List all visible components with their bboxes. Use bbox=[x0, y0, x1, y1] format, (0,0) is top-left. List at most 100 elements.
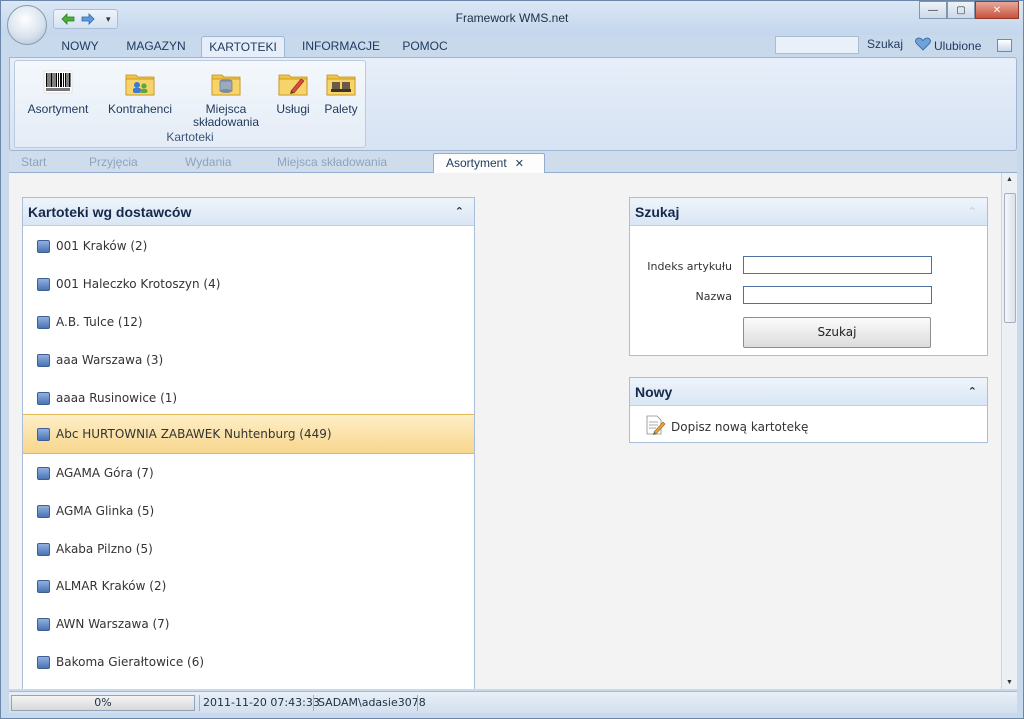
list-item[interactable]: AGMA Glinka (5) bbox=[23, 492, 474, 530]
document-tabs: Start Przyjęcia Wydania Miejsca składowa… bbox=[9, 151, 1017, 173]
list-item[interactable]: AGAMA Góra (7) bbox=[23, 454, 474, 492]
new-panel-title: Nowy bbox=[635, 384, 673, 400]
list-item-label: Abc HURTOWNIA ZABAWEK Nuhtenburg (449) bbox=[56, 427, 332, 441]
doc-tab-asortyment[interactable]: Asortyment ✕ bbox=[433, 153, 545, 173]
heart-icon bbox=[915, 37, 931, 54]
palety-button-label: Palety bbox=[324, 102, 358, 116]
list-item-label: Akaba Pilzno (5) bbox=[56, 542, 153, 556]
palety-button[interactable]: Palety bbox=[317, 67, 365, 116]
minimize-button[interactable]: — bbox=[919, 1, 947, 19]
ribbon-tab-informacje[interactable]: INFORMACJE bbox=[299, 36, 383, 57]
contacts-folder-icon bbox=[124, 67, 156, 99]
window-title: Framework WMS.net bbox=[455, 11, 569, 25]
list-item[interactable]: aaaa Rusinowice (1) bbox=[23, 379, 474, 417]
progress-label: 0% bbox=[94, 696, 112, 709]
maximize-button[interactable]: ▢ bbox=[947, 1, 975, 19]
progress-bar: 0% bbox=[11, 695, 195, 711]
status-separator bbox=[417, 695, 418, 711]
scroll-down-icon[interactable]: ▼ bbox=[1006, 679, 1013, 686]
index-input[interactable] bbox=[743, 256, 932, 274]
asortyment-button[interactable]: Asortyment bbox=[21, 67, 95, 116]
collapse-search-icon[interactable]: ⌃ bbox=[968, 198, 977, 226]
item-square-icon bbox=[37, 277, 50, 291]
kontrahenci-button[interactable]: Kontrahenci bbox=[101, 67, 179, 116]
list-item-label: AWN Warszawa (7) bbox=[56, 617, 170, 631]
list-item[interactable]: ALMAR Kraków (2) bbox=[23, 567, 474, 605]
miejsca-skladowania-button[interactable]: Miejsca składowania bbox=[189, 67, 263, 129]
ribbon-search-input[interactable] bbox=[775, 36, 859, 54]
miejsca-button-label-line2: składowania bbox=[192, 115, 260, 129]
minimize-icon: — bbox=[928, 4, 938, 16]
search-button[interactable]: Szukaj bbox=[743, 317, 931, 348]
scrollbar-thumb[interactable] bbox=[1004, 193, 1016, 323]
application-orb-button[interactable] bbox=[7, 5, 47, 45]
status-separator bbox=[199, 695, 200, 711]
status-separator bbox=[313, 695, 314, 711]
title-bar: ▾ Framework WMS.net — ▢ ✕ bbox=[1, 1, 1023, 35]
new-panel: Nowy ⌃ Dopisz nową kartotekę bbox=[629, 377, 988, 443]
list-item[interactable]: 001 Kraków (2) bbox=[23, 227, 474, 265]
list-item[interactable]: aaa Warszawa (3) bbox=[23, 341, 474, 379]
edit-document-icon bbox=[644, 414, 666, 439]
status-user: SADAM\adasie3078 bbox=[318, 696, 426, 709]
suppliers-panel-header: Kartoteki wg dostawców ⌃ bbox=[23, 198, 474, 226]
doc-tab-wydania[interactable]: Wydania bbox=[173, 153, 267, 173]
list-item[interactable]: A.B. Tulce (12) bbox=[23, 303, 474, 341]
doc-tab-asortyment-label: Asortyment bbox=[446, 156, 507, 170]
ribbon-body: Asortyment Kontrahenci Miejsca składowan… bbox=[9, 57, 1017, 151]
close-icon: ✕ bbox=[992, 4, 1002, 16]
favorites-label: Ulubione bbox=[934, 38, 982, 53]
ribbon-group-kartoteki: Asortyment Kontrahenci Miejsca składowan… bbox=[14, 60, 366, 148]
item-square-icon bbox=[37, 315, 50, 329]
close-tab-icon[interactable]: ✕ bbox=[515, 158, 524, 170]
ribbon-search-link[interactable]: Szukaj bbox=[867, 37, 903, 51]
search-panel-title: Szukaj bbox=[635, 204, 680, 220]
ribbon-search-label: Szukaj bbox=[867, 37, 904, 51]
name-input[interactable] bbox=[743, 286, 932, 304]
doc-tab-start[interactable]: Start bbox=[9, 153, 77, 173]
list-item-label: 001 Haleczko Krotoszyn (4) bbox=[56, 277, 221, 291]
scroll-up-icon[interactable]: ▲ bbox=[1006, 176, 1013, 183]
list-item[interactable]: 001 Haleczko Krotoszyn (4) bbox=[23, 265, 474, 303]
name-label: Nazwa bbox=[695, 290, 732, 303]
window-layout-icon[interactable] bbox=[997, 39, 1012, 52]
kontrahenci-button-label: Kontrahenci bbox=[107, 102, 173, 116]
asortyment-button-label: Asortyment bbox=[27, 102, 89, 116]
status-datetime: 2011-11-20 07:43:33 bbox=[203, 696, 320, 709]
collapse-new-icon[interactable]: ⌃ bbox=[968, 378, 977, 406]
ribbon-tab-magazyn[interactable]: MAGAZYN bbox=[119, 36, 193, 57]
list-item-label: AGAMA Góra (7) bbox=[56, 466, 154, 480]
search-panel: Szukaj ⌃ Indeks artykułu Nazwa Szukaj bbox=[629, 197, 988, 356]
close-window-button[interactable]: ✕ bbox=[975, 1, 1019, 19]
storage-folder-icon bbox=[210, 67, 242, 99]
list-item-label: 001 Kraków (2) bbox=[56, 239, 148, 253]
ribbon-tab-nowy[interactable]: NOWY bbox=[55, 36, 105, 57]
item-square-icon bbox=[37, 542, 50, 556]
list-item-selected[interactable]: Abc HURTOWNIA ZABAWEK Nuhtenburg (449) bbox=[23, 414, 474, 454]
maximize-icon: ▢ bbox=[956, 4, 966, 16]
doc-tab-miejsca-skladowania[interactable]: Miejsca składowania bbox=[265, 153, 435, 173]
barcode-icon bbox=[42, 67, 74, 99]
list-item[interactable]: Bakoma Gierałtowice (6) bbox=[23, 643, 474, 681]
list-item[interactable]: Akaba Pilzno (5) bbox=[23, 530, 474, 568]
add-new-record-link[interactable]: Dopisz nową kartotekę bbox=[644, 414, 808, 439]
list-item-label: A.B. Tulce (12) bbox=[56, 315, 143, 329]
uslugi-button-label: Usługi bbox=[276, 102, 310, 116]
ribbon-tab-pomoc[interactable]: POMOC bbox=[397, 36, 453, 57]
suppliers-panel-title: Kartoteki wg dostawców bbox=[28, 204, 192, 220]
collapse-suppliers-icon[interactable]: ⌃ bbox=[455, 198, 464, 226]
uslugi-button[interactable]: Usługi bbox=[269, 67, 317, 116]
suppliers-panel: Kartoteki wg dostawców ⌃ 001 Kraków (2) … bbox=[22, 197, 475, 689]
favorites-link[interactable]: Ulubione bbox=[915, 37, 981, 54]
item-square-icon bbox=[37, 353, 50, 367]
content-area: Kartoteki wg dostawców ⌃ 001 Kraków (2) … bbox=[9, 173, 1001, 689]
new-panel-header: Nowy ⌃ bbox=[630, 378, 987, 406]
services-folder-icon bbox=[277, 67, 309, 99]
content-scrollbar[interactable]: ▲ ▼ bbox=[1001, 173, 1017, 689]
list-item[interactable]: AWN Warszawa (7) bbox=[23, 605, 474, 643]
list-item-label: ALMAR Kraków (2) bbox=[56, 579, 167, 593]
ribbon-tab-kartoteki[interactable]: KARTOTEKI bbox=[201, 36, 285, 57]
app-window: ▾ Framework WMS.net — ▢ ✕ NOWY MAGAZYN K… bbox=[0, 0, 1024, 719]
item-square-icon bbox=[37, 655, 50, 669]
doc-tab-przyjecia[interactable]: Przyjęcia bbox=[77, 153, 175, 173]
